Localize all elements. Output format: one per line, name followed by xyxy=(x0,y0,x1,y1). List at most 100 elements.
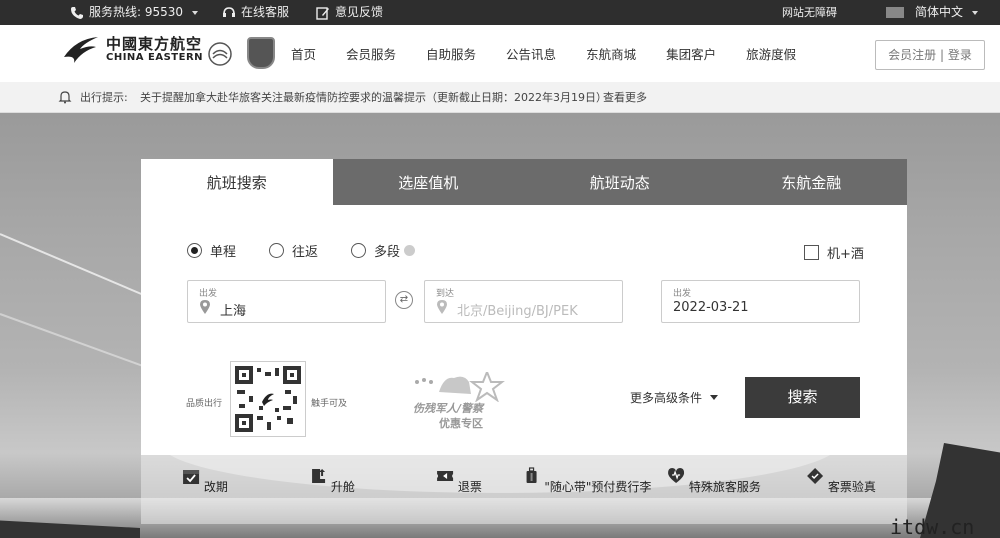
promo-title: 伤残军人/警察 xyxy=(413,402,484,415)
online-service-label: 在线客服 xyxy=(241,5,290,19)
qr-caption-left: 品质出行 xyxy=(186,399,223,409)
notice-message-link[interactable]: 关于提醒加拿大赴华旅客关注最新疫情防控要求的温馨提示（更新截止日期：2022年3… xyxy=(140,82,607,113)
nav-announcements[interactable]: 公告讯息 xyxy=(506,44,556,63)
top-utility-bar: 服务热线: 95530 在线客服 意见反馈 网站无障碍 简体中文 xyxy=(0,0,1000,25)
edit-icon xyxy=(316,6,329,20)
flag-icon xyxy=(886,7,904,18)
calendar-check-icon xyxy=(183,470,200,484)
language-label: 简体中文 xyxy=(915,5,964,19)
quick-services: 改期 升舱 退票 "随心带"预付费行李 特殊旅客服务 客票验真 xyxy=(141,455,907,524)
swap-cities-icon[interactable]: ⇄ xyxy=(395,291,413,309)
seat-upgrade-icon xyxy=(312,469,326,483)
qr-code-icon xyxy=(235,366,301,432)
main-nav: 首页 会员服务 自助服务 公告讯息 东航商城 集团客户 旅游度假 xyxy=(291,25,826,82)
promo-subtitle: 优惠专区 xyxy=(439,417,483,430)
feedback-link[interactable]: 意见反馈 xyxy=(316,0,383,25)
departure-field[interactable]: 出发 上海 xyxy=(187,280,386,323)
trip-one-way[interactable]: 单程 xyxy=(187,241,236,260)
location-pin-icon xyxy=(200,300,210,314)
arrival-field[interactable]: 到达 北京/Beijing/BJ/PEK xyxy=(424,280,623,323)
notice-more-link[interactable]: 查看更多 xyxy=(603,82,647,113)
tab-flight-status[interactable]: 航班动态 xyxy=(524,159,716,205)
china-eastern-logo[interactable]: 中國東方航空 CHINA EASTERN xyxy=(62,35,203,65)
departure-label: 出发 xyxy=(199,289,218,299)
ticket-verify-icon xyxy=(807,468,824,484)
ticket-refund-icon xyxy=(437,471,454,481)
app-qr-code xyxy=(230,361,306,437)
phone-icon xyxy=(71,6,83,19)
service-reschedule-label: 改期 xyxy=(203,480,228,494)
star-icon xyxy=(415,369,505,403)
checkbox[interactable] xyxy=(804,245,819,260)
bell-icon xyxy=(58,91,72,104)
military-police-promo[interactable]: 伤残军人/警察 优惠专区 xyxy=(409,369,509,432)
flight-search-panel: 航班搜索 选座值机 航班动态 东航金融 单程 往返 多段 机+酒 出发 上海 ⇄… xyxy=(141,159,907,455)
service-upgrade[interactable]: 升舱 xyxy=(309,467,355,495)
headset-icon xyxy=(223,6,235,17)
arrival-label: 到达 xyxy=(436,289,455,299)
flight-hotel-checkbox[interactable]: 机+酒 xyxy=(804,243,864,262)
radio-one-way[interactable] xyxy=(187,243,202,258)
skyteam-logo-icon xyxy=(208,42,232,66)
service-refund-label: 退票 xyxy=(457,480,482,494)
search-button[interactable]: 搜索 xyxy=(745,377,860,418)
accessibility-label: 网站无障碍 xyxy=(782,6,837,19)
search-tabs: 航班搜索 选座值机 航班动态 东航金融 xyxy=(141,159,907,205)
service-upgrade-label: 升舱 xyxy=(330,480,355,494)
chevron-down-icon xyxy=(192,10,199,15)
service-ticket-verify-label: 客票验真 xyxy=(827,480,876,494)
anniversary-badge-icon xyxy=(247,37,275,69)
feedback-label: 意见反馈 xyxy=(335,5,384,19)
site-watermark: itdw.cn xyxy=(890,515,975,538)
flight-hotel-label: 机+酒 xyxy=(827,247,864,262)
trip-multi-label: 多段 xyxy=(374,245,401,260)
advanced-options-label: 更多高级条件 xyxy=(630,391,703,405)
trip-one-way-label: 单程 xyxy=(210,245,237,260)
swallow-logo-icon xyxy=(64,37,98,63)
register-login-button[interactable]: 会员注册 | 登录 xyxy=(875,40,985,70)
hotline-text: 服务热线: 95530 xyxy=(89,5,184,19)
notice-label: 出行提示: xyxy=(80,91,128,104)
chevron-down-icon xyxy=(710,395,719,400)
tab-flight-search[interactable]: 航班搜索 xyxy=(141,159,333,205)
nav-travel[interactable]: 旅游度假 xyxy=(746,44,796,63)
date-field[interactable]: 出发 2022-03-21 xyxy=(661,280,860,323)
trip-multi[interactable]: 多段 xyxy=(351,241,416,260)
nav-self-service[interactable]: 自助服务 xyxy=(426,44,476,63)
service-special-passenger[interactable]: 特殊旅客服务 xyxy=(667,467,761,495)
logo-english-name: CHINA EASTERN xyxy=(106,51,204,63)
qr-caption-right: 触手可及 xyxy=(311,399,348,409)
nav-home[interactable]: 首页 xyxy=(291,44,316,63)
hotline[interactable]: 服务热线: 95530 xyxy=(70,0,199,25)
trip-round-label: 往返 xyxy=(292,245,319,260)
radio-multi-city[interactable] xyxy=(351,243,366,258)
service-special-passenger-label: 特殊旅客服务 xyxy=(688,480,761,494)
accessibility-link[interactable]: 网站无障碍 xyxy=(782,0,837,25)
arrival-placeholder: 北京/Beijing/BJ/PEK xyxy=(457,304,578,319)
logo-chinese-name: 中國東方航空 xyxy=(106,34,203,53)
advanced-options-toggle[interactable]: 更多高级条件 xyxy=(630,389,719,406)
tab-finance[interactable]: 东航金融 xyxy=(715,159,907,205)
online-service-link[interactable]: 在线客服 xyxy=(222,0,289,25)
departure-value: 上海 xyxy=(220,304,247,319)
site-header: 中國東方航空 CHINA EASTERN 首页 会员服务 自助服务 公告讯息 东… xyxy=(0,25,1000,82)
nav-corporate[interactable]: 集团客户 xyxy=(666,44,716,63)
service-prepaid-baggage[interactable]: "随心带"预付费行李 xyxy=(523,467,652,495)
tab-seat-checkin[interactable]: 选座值机 xyxy=(332,159,524,205)
info-icon[interactable] xyxy=(404,245,416,256)
chevron-down-icon xyxy=(972,10,979,15)
service-ticket-verify[interactable]: 客票验真 xyxy=(806,467,876,495)
service-refund[interactable]: 退票 xyxy=(436,467,482,495)
nav-member-service[interactable]: 会员服务 xyxy=(346,44,396,63)
location-pin-icon xyxy=(437,300,447,314)
trip-round[interactable]: 往返 xyxy=(269,241,318,260)
heart-care-icon xyxy=(668,468,685,483)
radio-round-trip[interactable] xyxy=(269,243,284,258)
date-value: 2022-03-21 xyxy=(673,300,749,315)
language-selector[interactable]: 简体中文 xyxy=(886,0,979,25)
service-reschedule[interactable]: 改期 xyxy=(182,467,228,495)
luggage-icon xyxy=(526,467,537,483)
service-prepaid-baggage-label: "随心带"预付费行李 xyxy=(544,480,652,494)
travel-notice-bar: 出行提示: 关于提醒加拿大赴华旅客关注最新疫情防控要求的温馨提示（更新截止日期：… xyxy=(0,82,1000,113)
nav-mall[interactable]: 东航商城 xyxy=(586,44,636,63)
